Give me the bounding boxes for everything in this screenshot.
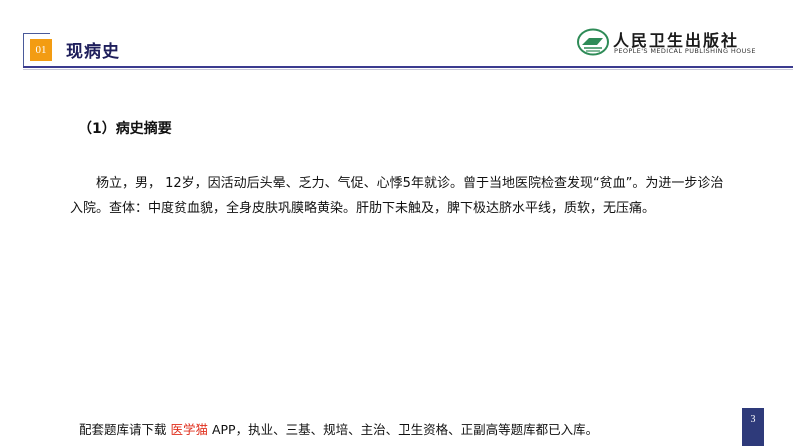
footer-prefix: 配套题库请下载 — [79, 422, 171, 437]
header-divider-thin — [23, 69, 793, 70]
footer-suffix: APP，执业、三基、规培、主治、卫生资格、正副高等题库都已入库。 — [208, 422, 599, 437]
section-heading: （1）病史摘要 — [78, 121, 172, 137]
publisher-emblem-icon — [577, 28, 609, 56]
publisher-name-en: PEOPLE'S MEDICAL PUBLISHING HOUSE — [614, 47, 756, 55]
case-summary-paragraph: 杨立，男， 12岁，因活动后头晕、乏力、气促、心悸5年就诊。曾于当地医院检查发现… — [70, 176, 724, 216]
footer-note: 配套题库请下载 医学猫 APP，执业、三基、规培、主治、卫生资格、正副高等题库都… — [79, 419, 598, 438]
page-number-badge: 3 — [742, 408, 764, 446]
publisher-logo: 人民卫生出版社 PEOPLE'S MEDICAL PUBLISHING HOUS… — [577, 26, 787, 62]
footer-app-name: 医学猫 — [170, 422, 208, 437]
section-number-badge: 01 — [30, 39, 52, 61]
slide-header: 01 现病史 人民卫生出版社 PEOPLE'S MEDICAL PUBLISHI… — [0, 0, 793, 70]
header-divider — [23, 66, 793, 68]
page-title: 现病史 — [66, 42, 120, 62]
